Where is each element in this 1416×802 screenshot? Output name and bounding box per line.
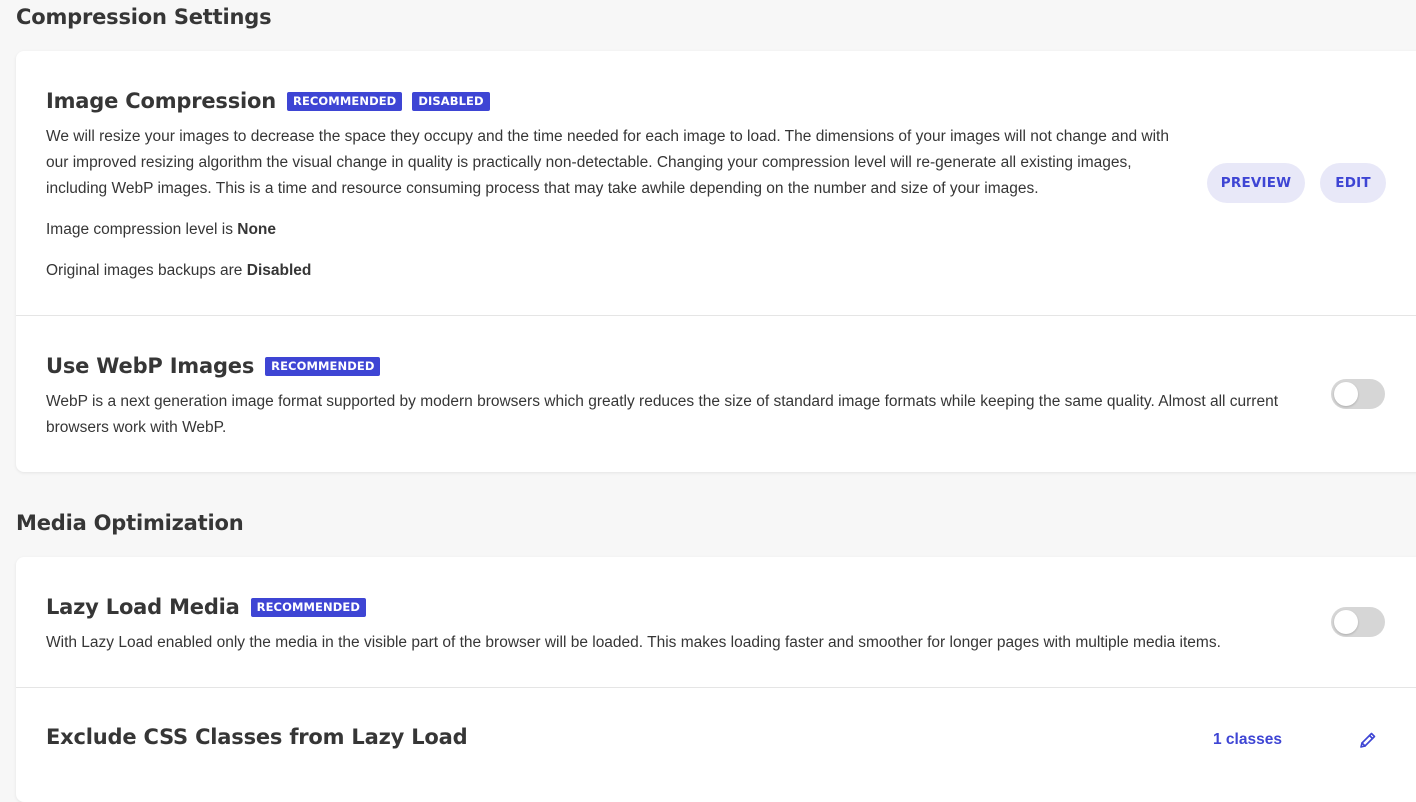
lazy-load-title: Lazy Load Media xyxy=(46,595,240,619)
exclude-css-title: Exclude CSS Classes from Lazy Load xyxy=(46,725,468,749)
media-optimization-card: Lazy Load Media RECOMMENDED With Lazy Lo… xyxy=(16,557,1416,802)
backup-status-line: Original images backups are Disabled xyxy=(46,262,311,280)
backup-status-value: Disabled xyxy=(246,262,312,279)
recommended-badge: RECOMMENDED xyxy=(250,597,366,617)
pencil-icon[interactable] xyxy=(1358,730,1378,750)
webp-title: Use WebP Images xyxy=(46,354,255,378)
image-compression-row: Image Compression RECOMMENDED DISABLED W… xyxy=(16,51,1416,316)
webp-toggle[interactable] xyxy=(1331,379,1385,409)
lazy-load-description: With Lazy Load enabled only the media in… xyxy=(46,634,1221,651)
exclude-css-header: Exclude CSS Classes from Lazy Load xyxy=(46,725,468,749)
lazy-load-toggle[interactable] xyxy=(1331,607,1385,637)
lazy-load-header: Lazy Load Media RECOMMENDED xyxy=(46,595,366,619)
webp-header: Use WebP Images RECOMMENDED xyxy=(46,354,381,378)
compression-level-label: Image compression level is xyxy=(46,221,238,238)
image-compression-header: Image Compression RECOMMENDED DISABLED xyxy=(46,89,490,113)
disabled-badge: DISABLED xyxy=(412,91,490,111)
webp-row: Use WebP Images RECOMMENDED WebP is a ne… xyxy=(16,316,1416,472)
toggle-knob xyxy=(1334,382,1358,406)
backup-status-label: Original images backups are xyxy=(46,262,247,279)
classes-count-link[interactable]: 1 classes xyxy=(1213,731,1282,749)
image-compression-description: We will resize your images to decrease t… xyxy=(46,128,1169,197)
section-title-media: Media Optimization xyxy=(16,511,244,535)
toggle-knob xyxy=(1334,610,1358,634)
recommended-badge: RECOMMENDED xyxy=(286,91,403,111)
edit-button[interactable]: EDIT xyxy=(1320,163,1386,203)
compression-level-line: Image compression level is None xyxy=(46,221,276,239)
image-compression-title: Image Compression xyxy=(46,89,276,113)
recommended-badge: RECOMMENDED xyxy=(265,356,381,376)
webp-description: WebP is a next generation image format s… xyxy=(46,393,1279,436)
preview-button[interactable]: PREVIEW xyxy=(1207,163,1305,203)
exclude-css-row: Exclude CSS Classes from Lazy Load 1 cla… xyxy=(16,688,1416,802)
section-title-compression: Compression Settings xyxy=(16,5,272,29)
compression-settings-card: Image Compression RECOMMENDED DISABLED W… xyxy=(16,51,1416,472)
lazy-load-row: Lazy Load Media RECOMMENDED With Lazy Lo… xyxy=(16,557,1416,688)
compression-level-value: None xyxy=(237,221,276,238)
